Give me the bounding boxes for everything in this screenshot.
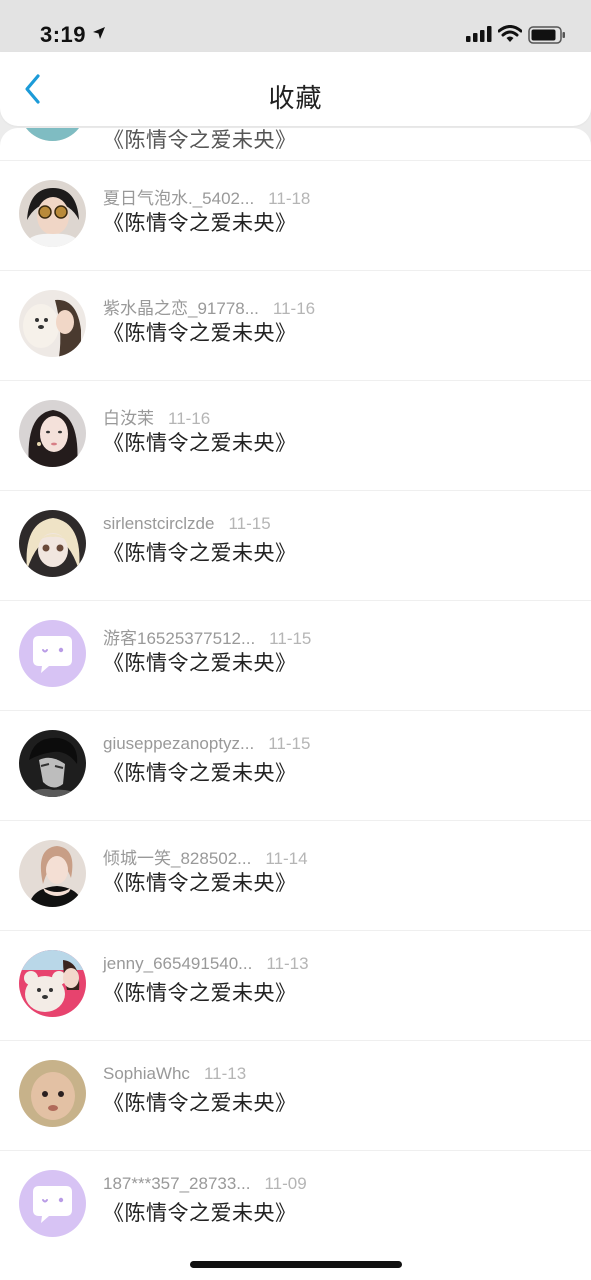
- username: 187***357_28733...: [103, 1174, 251, 1193]
- nav-bar: 收藏: [0, 52, 591, 126]
- list-item-title: 《陈情令之爱未央》: [103, 982, 297, 1005]
- list-item-meta: 紫水晶之恋_91778... 11-16: [103, 294, 315, 319]
- wifi-icon: [497, 25, 523, 48]
- username: SophiaWhc: [103, 1064, 190, 1083]
- list-item-title: 《陈情令之爱未央》: [103, 432, 297, 455]
- location-arrow-icon: [92, 26, 106, 45]
- divider: [0, 820, 591, 821]
- list-item[interactable]: 187***357_28733... 11-09 《陈情令之爱未央》: [0, 1150, 591, 1260]
- username: 游客16525377512...: [103, 629, 256, 648]
- list-item-meta: sirlenstcirclzde 11-15: [103, 514, 271, 534]
- date: 11-13: [266, 954, 309, 973]
- username: 夏日气泡水._5402...: [103, 189, 255, 208]
- list-item[interactable]: 夏日气泡水._5402... 11-18 《陈情令之爱未央》: [0, 160, 591, 270]
- list-item-title: 《陈情令之爱未央》: [103, 762, 297, 785]
- list-item[interactable]: sirlenstcirclzde 11-15 《陈情令之爱未央》: [0, 490, 591, 600]
- list-item[interactable]: 倾城一笑_828502... 11-14 《陈情令之爱未央》: [0, 820, 591, 930]
- list-item-meta: giuseppezanoptyz... 11-15: [103, 734, 310, 754]
- list-item-title: 《陈情令之爱未央》: [103, 129, 297, 152]
- home-indicator[interactable]: [190, 1261, 402, 1268]
- chat-bubble-icon: [19, 1170, 86, 1237]
- divider: [0, 600, 591, 601]
- date: 11-16: [272, 299, 316, 318]
- avatar[interactable]: [19, 510, 86, 577]
- username: jenny_665491540...: [103, 954, 253, 973]
- username: 倾城一笑_828502...: [103, 849, 252, 868]
- avatar[interactable]: [19, 840, 86, 907]
- list-item-title: 《陈情令之爱未央》: [103, 1092, 297, 1115]
- signal-icon: [466, 26, 492, 47]
- date: 11-18: [268, 189, 311, 208]
- list-item[interactable]: 紫水晶之恋_91778... 11-16 《陈情令之爱未央》: [0, 270, 591, 380]
- username: sirlenstcirclzde: [103, 514, 215, 533]
- username: 紫水晶之恋_91778...: [103, 299, 259, 318]
- list-item-title: 《陈情令之爱未央》: [103, 872, 297, 895]
- avatar[interactable]: [19, 950, 86, 1017]
- date: 11-16: [168, 409, 211, 428]
- chat-bubble-icon: [19, 620, 86, 687]
- list-item[interactable]: 游客16525377512... 11-15 《陈情令之爱未央》: [0, 600, 591, 710]
- list-item-meta: 白汝茉 11-16: [103, 404, 210, 429]
- list-item[interactable]: jenny_665491540... 11-13 《陈情令之爱未央》: [0, 930, 591, 1040]
- list-item-title: 《陈情令之爱未央》: [103, 212, 297, 235]
- divider: [0, 490, 591, 491]
- battery-icon: [528, 26, 566, 49]
- date: 11-13: [203, 1064, 247, 1083]
- list-item-partial[interactable]: 《陈情令之爱未央》: [0, 128, 591, 158]
- status-time: 3:19: [40, 22, 87, 47]
- avatar[interactable]: [19, 730, 86, 797]
- divider: [0, 710, 591, 711]
- list-item-meta: 187***357_28733... 11-09: [103, 1174, 307, 1194]
- default-avatar[interactable]: [19, 620, 86, 687]
- list-item[interactable]: giuseppezanoptyz... 11-15 《陈情令之爱未央》: [0, 710, 591, 820]
- list-item-title: 《陈情令之爱未央》: [103, 652, 297, 675]
- list-item-title: 《陈情令之爱未央》: [103, 1202, 297, 1225]
- status-bar: 3:19: [0, 0, 591, 52]
- divider: [0, 270, 591, 271]
- date: 11-15: [269, 629, 312, 648]
- avatar: [19, 128, 86, 141]
- date: 11-14: [265, 849, 308, 868]
- favorites-list[interactable]: 《陈情令之爱未央》 夏日气泡水._5402... 11-18 《陈情令之爱未央》: [0, 128, 591, 1280]
- list-item-meta: jenny_665491540... 11-13: [103, 954, 309, 974]
- username: giuseppezanoptyz...: [103, 734, 255, 753]
- date: 11-15: [228, 514, 271, 533]
- list-item[interactable]: SophiaWhc 11-13 《陈情令之爱未央》: [0, 1040, 591, 1150]
- date: 11-09: [264, 1174, 307, 1193]
- list-item[interactable]: 白汝茉 11-16 《陈情令之爱未央》: [0, 380, 591, 490]
- divider: [0, 160, 591, 161]
- list-item-meta: 夏日气泡水._5402... 11-18: [103, 184, 310, 209]
- list-item-meta: 倾城一笑_828502... 11-14: [103, 844, 308, 869]
- avatar[interactable]: [19, 1060, 86, 1127]
- default-avatar[interactable]: [19, 1170, 86, 1237]
- divider: [0, 930, 591, 931]
- list-item-meta: 游客16525377512... 11-15: [103, 624, 311, 649]
- date: 11-15: [268, 734, 311, 753]
- username: 白汝茉: [103, 409, 154, 428]
- divider: [0, 380, 591, 381]
- list-item-title: 《陈情令之爱未央》: [103, 322, 297, 345]
- avatar[interactable]: [19, 180, 86, 247]
- favorites-screen: 3:19 收藏 《陈情令之爱未央》 夏日气泡水._5402... 11-18 《…: [0, 0, 591, 1280]
- page-title: 收藏: [268, 83, 323, 113]
- avatar[interactable]: [19, 400, 86, 467]
- divider: [0, 1040, 591, 1041]
- list-item-meta: SophiaWhc 11-13: [103, 1064, 246, 1084]
- divider: [0, 1150, 591, 1151]
- avatar[interactable]: [19, 290, 86, 357]
- list-item-title: 《陈情令之爱未央》: [103, 542, 297, 565]
